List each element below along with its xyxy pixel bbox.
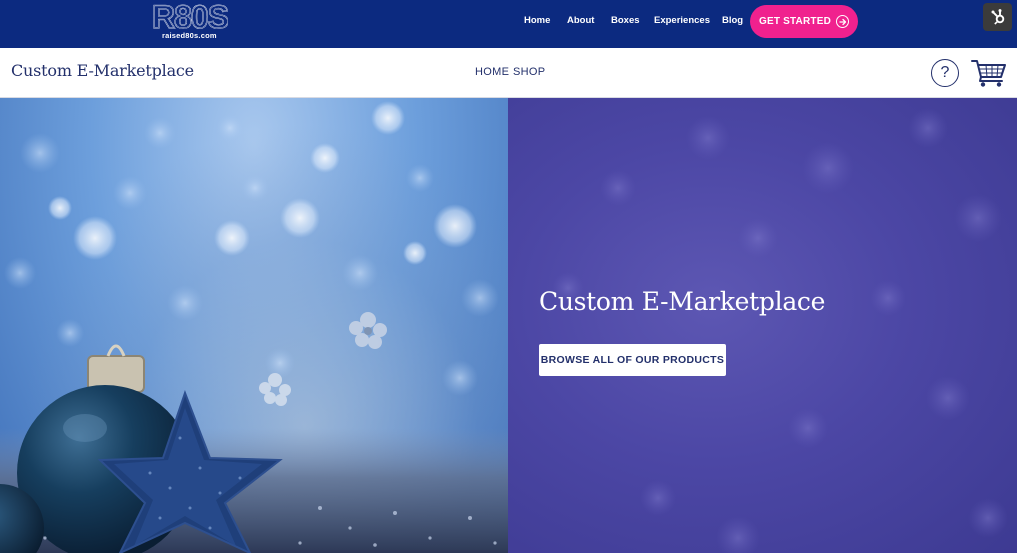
browse-products-button[interactable]: BROWSE ALL OF OUR PRODUCTS [539,344,726,376]
top-nav-experiences[interactable]: Experiences [654,15,710,26]
top-nav-blog[interactable]: Blog [722,15,743,26]
top-nav-boxes[interactable]: Boxes [611,15,640,26]
store-header: Custom E-Marketplace HOME SHOP ? [0,48,1017,98]
top-nav-about[interactable]: About [567,15,594,26]
get-started-button[interactable]: GET STARTED [750,5,858,38]
store-title[interactable]: Custom E-Marketplace [11,61,194,80]
hero-section: Custom E-Marketplace BROWSE ALL OF OUR P… [0,98,1017,553]
site-top-bar: R80S R80S raised80s.com Home About Boxes… [0,0,1017,48]
store-nav-home[interactable]: HOME [475,66,509,78]
question-circle-icon[interactable]: ? [931,59,959,87]
top-nav-home[interactable]: Home [524,15,550,26]
get-started-label: GET STARTED [758,16,831,27]
r80s-logo[interactable]: R80S R80S raised80s.com [150,0,230,44]
hubspot-sprocket-icon[interactable] [983,3,1012,31]
christmas-ornaments-photo [0,98,508,553]
r80s-logo-mark: R80S R80S [151,0,228,32]
svg-text:R80S: R80S [152,0,228,32]
hero-heading: Custom E-Marketplace [539,287,826,316]
hero-overlay-panel: Custom E-Marketplace BROWSE ALL OF OUR P… [508,98,1017,553]
store-nav-shop[interactable]: SHOP [513,66,545,78]
logo-domain-text: raised80s.com [162,31,217,40]
arrow-circle-right-icon [836,15,849,28]
help-glyph: ? [940,64,950,81]
shopping-cart-icon[interactable] [971,58,1007,88]
